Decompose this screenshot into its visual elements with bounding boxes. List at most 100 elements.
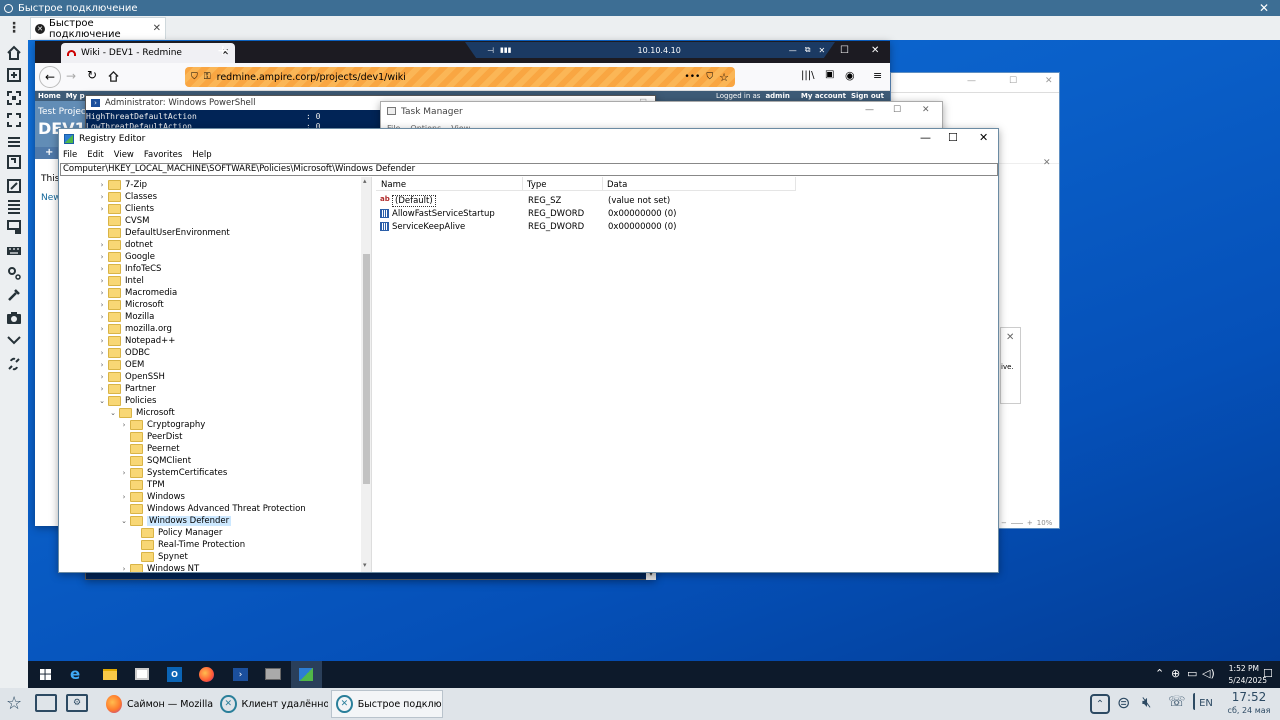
expand-chevron-icon[interactable]: ›	[98, 289, 106, 297]
tools-icon[interactable]	[6, 287, 22, 303]
keyboard-icon[interactable]	[6, 243, 22, 259]
powershell-taskbar-icon[interactable]: ›	[233, 668, 248, 681]
settings-icon[interactable]	[6, 265, 22, 281]
registry-value-row[interactable]: ServiceKeepAlive REG_DWORD 0x00000000 (0)	[376, 221, 796, 233]
expand-chevron-icon[interactable]: ›	[98, 205, 106, 213]
reload-button[interactable]: ↻	[87, 68, 97, 82]
tree-node[interactable]: › Windows	[120, 491, 185, 503]
tree-node[interactable]: › Notepad++	[98, 335, 175, 347]
remote-clock-time[interactable]: 1:52 PM	[1209, 664, 1259, 673]
firefox-tab[interactable]: Wiki - DEV1 - Redmine ✕	[61, 43, 235, 63]
bg-close-icon[interactable]: ✕	[1045, 76, 1053, 86]
bg-close-x-icon[interactable]: ✕	[1043, 158, 1051, 168]
tray-expand-icon[interactable]: ⌃	[1090, 694, 1110, 714]
tree-scroll-thumb[interactable]	[363, 254, 370, 484]
regedit-maximize-icon[interactable]: ☐	[948, 131, 958, 144]
tree-node[interactable]: › Intel	[98, 275, 144, 287]
network-tray-icon[interactable]: ⊕	[1171, 667, 1180, 680]
tree-node[interactable]: › Partner	[98, 383, 156, 395]
collapse-chevron-icon[interactable]: ⌄	[120, 517, 128, 525]
firefox-menu-icon[interactable]: ≡	[873, 69, 882, 82]
tree-scroll-up-icon[interactable]: ▴	[363, 177, 367, 185]
tree-node[interactable]: › OEM	[98, 359, 144, 371]
expand-chevron-icon[interactable]: ›	[98, 265, 106, 273]
bg-min-icon[interactable]: —	[967, 76, 976, 86]
pocket-icon[interactable]: ⛉	[706, 72, 713, 82]
firefox-taskbar-icon[interactable]	[199, 667, 214, 682]
col-header-type[interactable]: Type	[527, 180, 547, 190]
connection-icon[interactable]: ⚿	[204, 72, 211, 82]
notification-close-icon[interactable]: ✕	[1006, 332, 1014, 343]
firefox-maximize-icon[interactable]: ☐	[840, 45, 849, 56]
tree-node[interactable]: › Windows NT	[120, 563, 199, 572]
expand-chevron-icon[interactable]: ›	[98, 241, 106, 249]
scale-icon[interactable]	[6, 154, 22, 170]
tree-node[interactable]: ⌄ Policies	[98, 395, 156, 407]
expand-chevron-icon[interactable]: ›	[98, 313, 106, 321]
tree-node[interactable]: Peernet	[120, 443, 180, 455]
sign-out-link[interactable]: Sign out	[851, 92, 884, 100]
tree-node[interactable]: › Google	[98, 251, 155, 263]
tree-scrollbar[interactable]: ▴ ▾	[361, 177, 371, 572]
client-menu-icon[interactable]: ⋮	[7, 20, 21, 36]
menu-home-link[interactable]: Home	[38, 92, 61, 100]
screenshot-icon[interactable]	[6, 310, 22, 326]
tm-minimize-icon[interactable]: —	[865, 105, 874, 115]
client-close-button[interactable]: ✕	[1256, 0, 1272, 16]
zoom-minus-icon[interactable]: −	[1001, 519, 1007, 527]
bg-max-icon[interactable]: ☐	[1009, 76, 1017, 86]
outlook-icon[interactable]: O	[167, 667, 182, 682]
tree-node[interactable]: › ODBC	[98, 347, 150, 359]
tree-node[interactable]: › Mozilla	[98, 311, 154, 323]
minimize-chevron-icon[interactable]	[6, 332, 22, 348]
tree-node[interactable]: › mozilla.org	[98, 323, 172, 335]
expand-chevron-icon[interactable]: ›	[98, 373, 106, 381]
multimonitor-icon[interactable]	[6, 219, 22, 235]
back-button[interactable]: ←	[39, 66, 61, 88]
my-account-link[interactable]: My account	[801, 92, 846, 100]
regedit-menu-favorites[interactable]: Favorites	[144, 150, 182, 162]
tree-node[interactable]: › Classes	[98, 191, 157, 203]
expand-chevron-icon[interactable]: ›	[98, 301, 106, 309]
mute-icon[interactable]: 🔇︎	[1142, 693, 1151, 711]
app-window-icon[interactable]	[135, 668, 149, 680]
shield-icon[interactable]: ⛉	[191, 72, 198, 82]
regedit-close-icon[interactable]: ✕	[979, 131, 988, 144]
forward-button[interactable]: →	[66, 69, 76, 83]
screenshot-tool-icon[interactable]: ⚙	[66, 694, 88, 712]
collapse-chevron-icon[interactable]: ⌄	[109, 409, 117, 417]
tree-node[interactable]: › OpenSSH	[98, 371, 165, 383]
tree-node[interactable]: SQMClient	[120, 455, 191, 467]
tree-node[interactable]: CVSM	[98, 215, 149, 227]
network-app-icon[interactable]	[265, 668, 281, 680]
local-task-quick-connect[interactable]: ✕ Быстрое подклю...	[331, 690, 443, 718]
account-icon[interactable]: ◉	[845, 69, 855, 82]
expand-chevron-icon[interactable]: ›	[98, 325, 106, 333]
keyboard-layout[interactable]: EN	[1195, 693, 1217, 713]
tree-node[interactable]: › SystemCertificates	[120, 467, 227, 479]
local-clock-time[interactable]: 17:52	[1222, 690, 1276, 704]
new-connection-icon[interactable]	[6, 67, 22, 83]
menu-my-page-link[interactable]: My p	[66, 92, 85, 100]
resize-icon[interactable]	[6, 178, 22, 194]
firefox-close-icon[interactable]: ✕	[871, 45, 879, 56]
menu-icon[interactable]	[6, 134, 22, 150]
fullscreen-icon[interactable]	[6, 90, 22, 106]
regedit-menu-file[interactable]: File	[63, 150, 77, 162]
fit-window-icon[interactable]	[6, 112, 22, 128]
tree-node[interactable]: Spynet	[131, 551, 188, 563]
tree-node[interactable]: DefaultUserEnvironment	[98, 227, 230, 239]
registry-value-row[interactable]: AllowFastServiceStartup REG_DWORD 0x000000…	[376, 208, 796, 220]
expand-chevron-icon[interactable]: ›	[120, 565, 128, 572]
regedit-address-bar[interactable]: Computer\HKEY_LOCAL_MACHINE\SOFTWARE\Pol…	[60, 163, 998, 176]
collapse-chevron-icon[interactable]: ⌄	[98, 397, 106, 405]
regedit-menu-help[interactable]: Help	[192, 150, 211, 162]
tree-node[interactable]: ⌄ Windows Defender	[120, 515, 232, 527]
sidebar-toggle-icon[interactable]: ▣	[825, 69, 834, 80]
tree-scroll-down-icon[interactable]: ▾	[363, 561, 367, 569]
remote-clock-date[interactable]: 5/24/2025	[1201, 676, 1267, 685]
logged-in-user[interactable]: admin	[765, 92, 789, 100]
client-tab-close-icon[interactable]: ✕	[153, 23, 161, 34]
rdp-close-icon[interactable]: ✕	[819, 46, 826, 55]
disconnect-icon[interactable]	[6, 356, 22, 372]
